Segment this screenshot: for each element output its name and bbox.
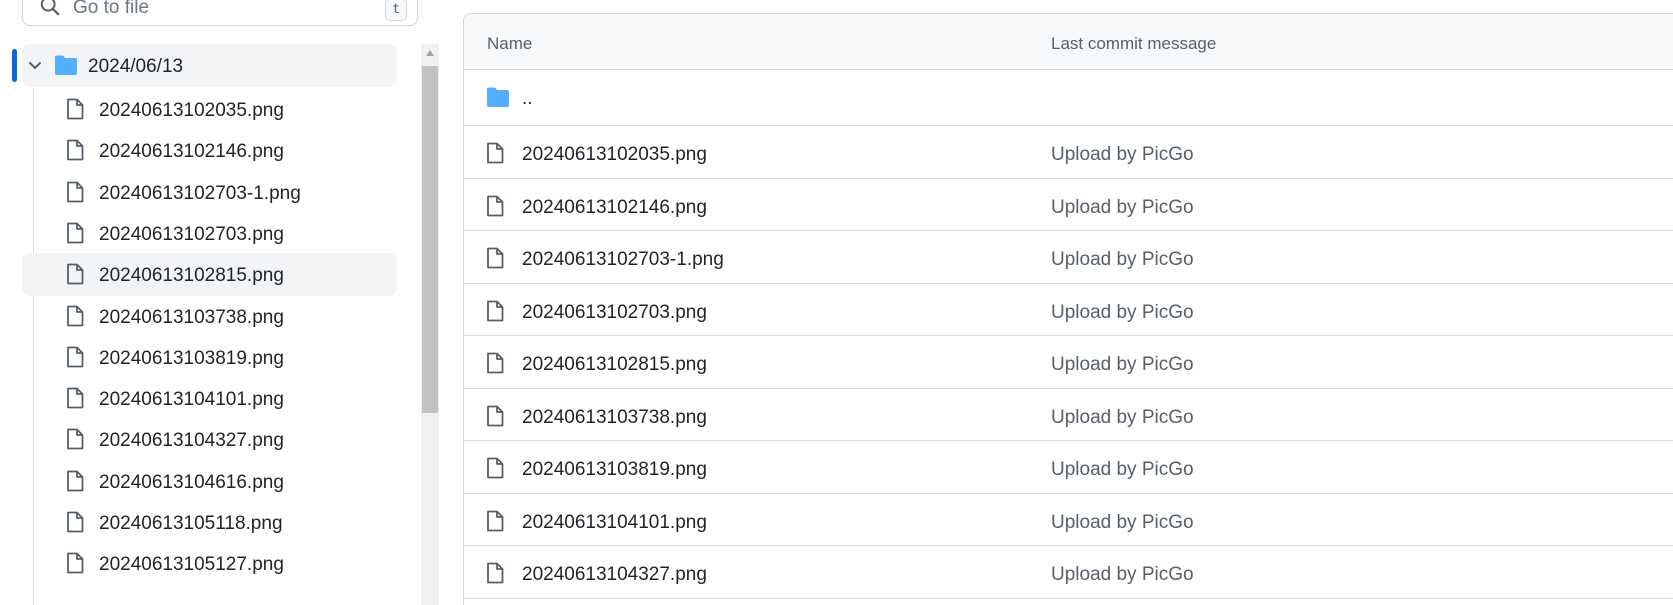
table-header: Name Last commit message [464,14,1673,70]
tree-folder-2024-06-13[interactable]: 2024/06/13 [22,44,397,87]
search-icon [40,0,60,16]
table-row[interactable]: 20240613104327.png Upload by PicGo [464,546,1673,599]
file-icon [66,387,84,409]
tree-file-label: 20240613102146.png [99,141,284,163]
table-row[interactable]: 20240613103738.png Upload by PicGo [464,389,1673,441]
file-list-table: Name Last commit message .. 202406131020… [463,13,1673,605]
tree-file-label: 20240613105127.png [99,554,284,576]
commit-message-link[interactable]: Upload by PicGo [1051,144,1194,166]
file-name-link[interactable]: 20240613102703.png [522,302,707,324]
file-icon [486,457,504,484]
search-placeholder: Go to file [73,0,150,18]
file-icon [486,405,504,432]
file-name-link[interactable]: 20240613104101.png [522,512,707,534]
go-to-file-search[interactable]: Go to file t [22,0,418,26]
file-icon [66,181,84,203]
file-icon [66,98,84,120]
folder-label: 2024/06/13 [88,56,184,77]
tree-file-label: 20240613104101.png [99,389,284,411]
tree-file-item[interactable]: 20240613105127.png [22,542,397,585]
file-icon [486,247,504,274]
table-row[interactable]: 20240613102146.png Upload by PicGo [464,179,1673,231]
file-name-link[interactable]: 20240613103819.png [522,459,707,481]
chevron-down-icon[interactable] [26,57,44,75]
sidebar-scrollbar[interactable] [421,44,439,605]
commit-message-link[interactable]: Upload by PicGo [1051,302,1194,324]
column-header-last-commit-message: Last commit message [1051,34,1217,53]
file-icon [66,428,84,450]
commit-message-link[interactable]: Upload by PicGo [1051,354,1194,376]
file-icon [66,139,84,161]
tree-file-item[interactable]: 20240613102703.png [22,212,397,255]
file-name-link[interactable]: 20240613102035.png [522,144,707,166]
file-tree-sidebar: Go to file t 2024/06/13 20240613102035.p… [0,0,440,605]
file-name-link[interactable]: 20240613104327.png [522,564,707,586]
tree-file-item[interactable]: 20240613103738.png [22,295,397,338]
tree-file-item[interactable]: 20240613102815.png [22,253,397,297]
tree-file-item[interactable]: 20240613102035.png [22,88,397,131]
file-icon [66,511,84,533]
file-icon [66,263,84,285]
table-row[interactable]: 20240613103819.png Upload by PicGo [464,441,1673,494]
file-browser-page: Go to file t 2024/06/13 20240613102035.p… [0,0,1673,605]
parent-directory-row[interactable]: .. [464,70,1673,126]
file-icon [486,562,504,589]
file-icon [486,195,504,222]
column-header-name: Name [487,34,533,53]
table-row[interactable]: 20240613102703-1.png Upload by PicGo [464,231,1673,284]
tree-file-label: 20240613103819.png [99,347,284,369]
table-row[interactable]: 20240613102703.png Upload by PicGo [464,284,1673,336]
commit-message-link[interactable]: Upload by PicGo [1051,459,1194,481]
file-icon [486,352,504,379]
file-icon [66,305,84,327]
tree-file-label: 20240613102815.png [99,265,284,287]
file-icon [66,552,84,574]
file-icon [66,222,84,244]
file-name-link[interactable]: 20240613102815.png [522,354,707,376]
tree-file-item[interactable]: 20240613104101.png [22,377,397,420]
tree-file-item[interactable]: 20240613102146.png [22,129,397,172]
file-name-link[interactable]: 20240613102703-1.png [522,249,724,271]
scrollbar-thumb[interactable] [422,66,438,413]
commit-message-link[interactable]: Upload by PicGo [1051,197,1194,219]
file-name-link[interactable]: 20240613103738.png [522,407,707,429]
table-row[interactable]: 20240613102035.png Upload by PicGo [464,126,1673,179]
tree-file-label: 20240613102703-1.png [99,182,301,204]
commit-message-link[interactable]: Upload by PicGo [1051,512,1194,534]
parent-directory-link[interactable]: .. [522,88,533,110]
commit-message-link[interactable]: Upload by PicGo [1051,564,1194,586]
tree-file-label: 20240613105118.png [99,513,283,534]
scroll-up-arrow-icon[interactable] [426,50,434,56]
file-icon [66,346,84,368]
tree-file-item[interactable]: 20240613103819.png [22,336,397,379]
file-name-link[interactable]: 20240613102146.png [522,197,707,219]
tree-file-item[interactable]: 20240613104616.png [22,460,397,503]
file-icon [486,300,504,327]
table-row[interactable]: 20240613104101.png Upload by PicGo [464,494,1673,546]
commit-message-link[interactable]: Upload by PicGo [1051,249,1194,271]
tree-file-item[interactable]: 20240613105118.png [22,501,397,544]
tree-file-label: 20240613102703.png [99,223,284,245]
keyboard-shortcut-hint: t [385,0,407,21]
file-icon [486,510,504,537]
tree-file-item[interactable]: 20240613104327.png [22,418,397,461]
file-icon [66,470,84,492]
tree-file-item[interactable]: 20240613102703-1.png [22,171,397,214]
tree-file-label: 20240613104327.png [99,430,284,452]
tree-file-label: 20240613104616.png [99,471,284,493]
folder-icon [487,87,509,107]
folder-icon [55,55,77,75]
table-row[interactable]: 20240613102815.png Upload by PicGo [464,336,1673,389]
tree-file-label: 20240613102035.png [99,100,284,121]
active-item-marker [12,49,17,82]
tree-file-label: 20240613103738.png [99,306,284,328]
commit-message-link[interactable]: Upload by PicGo [1051,407,1194,429]
file-icon [486,142,504,169]
